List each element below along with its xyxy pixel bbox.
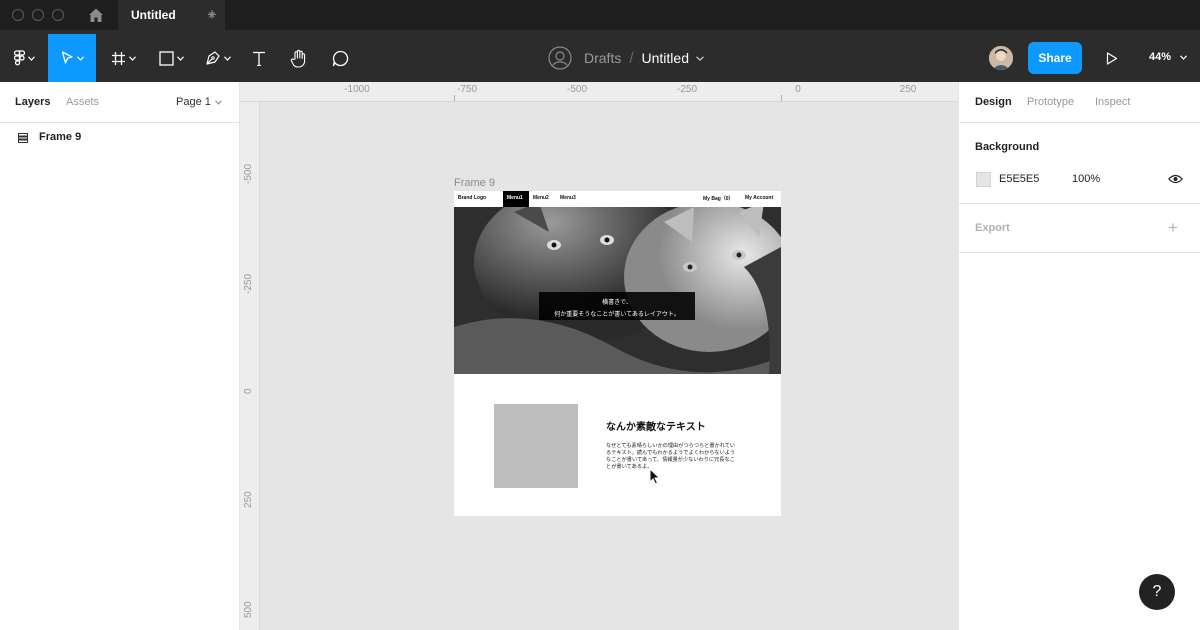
horizontal-ruler: -1000 -750 -500 -250 0 250 bbox=[240, 82, 958, 102]
layer-row-frame-9[interactable]: Frame 9 bbox=[0, 128, 239, 148]
comment-bubble-icon bbox=[332, 50, 348, 66]
present-play-icon[interactable] bbox=[1106, 52, 1118, 65]
hand-icon bbox=[290, 49, 306, 68]
add-export-icon[interactable]: + bbox=[1168, 218, 1178, 238]
user-avatar[interactable] bbox=[989, 46, 1013, 70]
ruler-mark: -250 bbox=[676, 84, 698, 95]
chevron-down-icon bbox=[224, 55, 231, 61]
frame-9[interactable]: Brand Logo Menu1 Menu2 Menu3 My Bag（0） M… bbox=[454, 191, 781, 516]
ruler-tick bbox=[454, 95, 455, 101]
panel-divider bbox=[959, 203, 1200, 204]
page-selector[interactable]: Page 1 bbox=[176, 96, 211, 108]
ruler-mark: -750 bbox=[456, 84, 478, 95]
export-section-title: Export bbox=[975, 222, 1010, 234]
panel-divider bbox=[959, 122, 1200, 123]
comment-tool-button[interactable] bbox=[326, 34, 354, 82]
title-bar: Untitled × + bbox=[0, 0, 1200, 30]
mock-feature-title: なんか素敵なテキスト bbox=[606, 422, 706, 433]
breadcrumb-separator: / bbox=[629, 49, 634, 67]
breadcrumb-drafts-link[interactable]: Drafts bbox=[584, 50, 621, 66]
ruler-mark: -500 bbox=[566, 84, 588, 95]
figma-logo-icon bbox=[13, 50, 25, 66]
mouse-cursor-icon bbox=[649, 468, 661, 485]
frame-layer-icon bbox=[18, 133, 28, 143]
ruler-mark: 250 bbox=[243, 491, 254, 508]
ruler-mark: -1000 bbox=[344, 84, 370, 95]
layers-panel: Layers Assets Page 1 Frame 9 bbox=[0, 82, 240, 630]
mock-bag-link: My Bag（0） bbox=[703, 196, 734, 202]
layer-label: Frame 9 bbox=[39, 131, 82, 143]
tab-design[interactable]: Design bbox=[975, 96, 1012, 108]
ruler-mark: 250 bbox=[899, 84, 917, 95]
hero-caption-line: 横書きで、 bbox=[602, 300, 632, 306]
properties-panel: Design Prototype Inspect Background E5E5… bbox=[958, 82, 1200, 630]
zoom-level[interactable]: 44% bbox=[1149, 51, 1171, 63]
share-button[interactable]: Share bbox=[1028, 42, 1082, 74]
vertical-ruler: -500 -250 0 250 500 bbox=[240, 102, 260, 630]
chevron-down-icon bbox=[128, 55, 136, 61]
mock-site-header: Brand Logo Menu1 Menu2 Menu3 My Bag（0） M… bbox=[454, 191, 781, 207]
minimize-window-button[interactable] bbox=[32, 9, 44, 21]
mock-account-link: My Account bbox=[745, 195, 774, 201]
new-tab-icon[interactable]: + bbox=[207, 5, 217, 25]
close-window-button[interactable] bbox=[12, 9, 24, 21]
frame-hash-icon bbox=[111, 51, 125, 65]
help-button[interactable]: ? bbox=[1139, 574, 1175, 610]
ruler-mark: -500 bbox=[243, 163, 254, 184]
cursor-arrow-icon bbox=[61, 51, 73, 64]
hand-tool-button[interactable] bbox=[285, 34, 313, 82]
frame-tool-button[interactable] bbox=[104, 34, 142, 82]
rectangle-icon bbox=[158, 50, 174, 66]
tab-assets[interactable]: Assets bbox=[66, 96, 99, 108]
background-section-title: Background bbox=[975, 141, 1040, 153]
mock-hero-image: 横書きで、 何か重要そうなことが書いてあるレイアウト。 bbox=[454, 207, 781, 374]
maximize-window-button[interactable] bbox=[52, 9, 64, 21]
tab-prototype[interactable]: Prototype bbox=[1027, 96, 1074, 108]
mock-feature-body: なぜとても素晴らしいかの理由がつらつらと書かれているテキスト。読んでもわかるよう… bbox=[606, 443, 736, 470]
mock-menu-item: Menu2 bbox=[533, 195, 549, 201]
pen-icon bbox=[206, 51, 220, 65]
ruler-mark: 500 bbox=[243, 601, 254, 618]
move-tool-button[interactable] bbox=[48, 34, 96, 82]
text-tool-button[interactable] bbox=[246, 34, 272, 82]
cats-photo bbox=[454, 207, 781, 374]
design-canvas[interactable]: -1000 -750 -500 -250 0 250 -500 -250 0 2… bbox=[240, 82, 958, 630]
chevron-down-icon bbox=[76, 55, 84, 61]
ruler-mark: 0 bbox=[795, 84, 801, 95]
toolbar: Drafts / Untitled Share 44% bbox=[0, 34, 1200, 82]
mock-brand-logo: Brand Logo bbox=[458, 195, 487, 201]
file-tab-label: Untitled bbox=[131, 8, 176, 22]
chevron-down-icon[interactable] bbox=[696, 55, 704, 61]
chevron-down-icon[interactable] bbox=[1180, 55, 1187, 60]
breadcrumb: Drafts / Untitled bbox=[548, 46, 704, 70]
mock-hero-caption: 横書きで、 何か重要そうなことが書いてあるレイアウト。 bbox=[539, 292, 695, 320]
text-t-icon bbox=[253, 51, 265, 66]
eye-visibility-icon[interactable] bbox=[1168, 174, 1183, 184]
ruler-mark: 0 bbox=[243, 388, 254, 394]
chevron-down-icon bbox=[176, 55, 184, 61]
pen-tool-button[interactable] bbox=[198, 34, 238, 82]
chevron-down-icon[interactable] bbox=[215, 100, 222, 105]
panel-divider bbox=[0, 122, 239, 123]
ruler-tick bbox=[781, 95, 782, 101]
tab-inspect[interactable]: Inspect bbox=[1095, 96, 1130, 108]
mock-feature-image-placeholder bbox=[494, 404, 578, 488]
chevron-down-icon bbox=[27, 55, 35, 61]
file-name-title[interactable]: Untitled bbox=[642, 50, 689, 66]
background-opacity-value[interactable]: 100% bbox=[1072, 173, 1100, 185]
background-color-swatch[interactable] bbox=[976, 172, 991, 187]
panel-divider bbox=[959, 252, 1200, 253]
mock-menu-item: Menu1 bbox=[507, 195, 523, 201]
hero-caption-line: 何か重要そうなことが書いてあるレイアウト。 bbox=[554, 312, 680, 318]
ruler-mark: -250 bbox=[243, 273, 254, 294]
team-avatar-icon bbox=[548, 46, 572, 70]
tab-layers[interactable]: Layers bbox=[15, 96, 50, 108]
background-hex-value[interactable]: E5E5E5 bbox=[999, 173, 1039, 185]
mock-menu-item: Menu3 bbox=[560, 195, 576, 201]
home-icon[interactable] bbox=[88, 7, 104, 23]
main-menu-button[interactable] bbox=[6, 34, 42, 82]
shape-tool-button[interactable] bbox=[152, 34, 190, 82]
frame-name-label[interactable]: Frame 9 bbox=[454, 177, 495, 189]
